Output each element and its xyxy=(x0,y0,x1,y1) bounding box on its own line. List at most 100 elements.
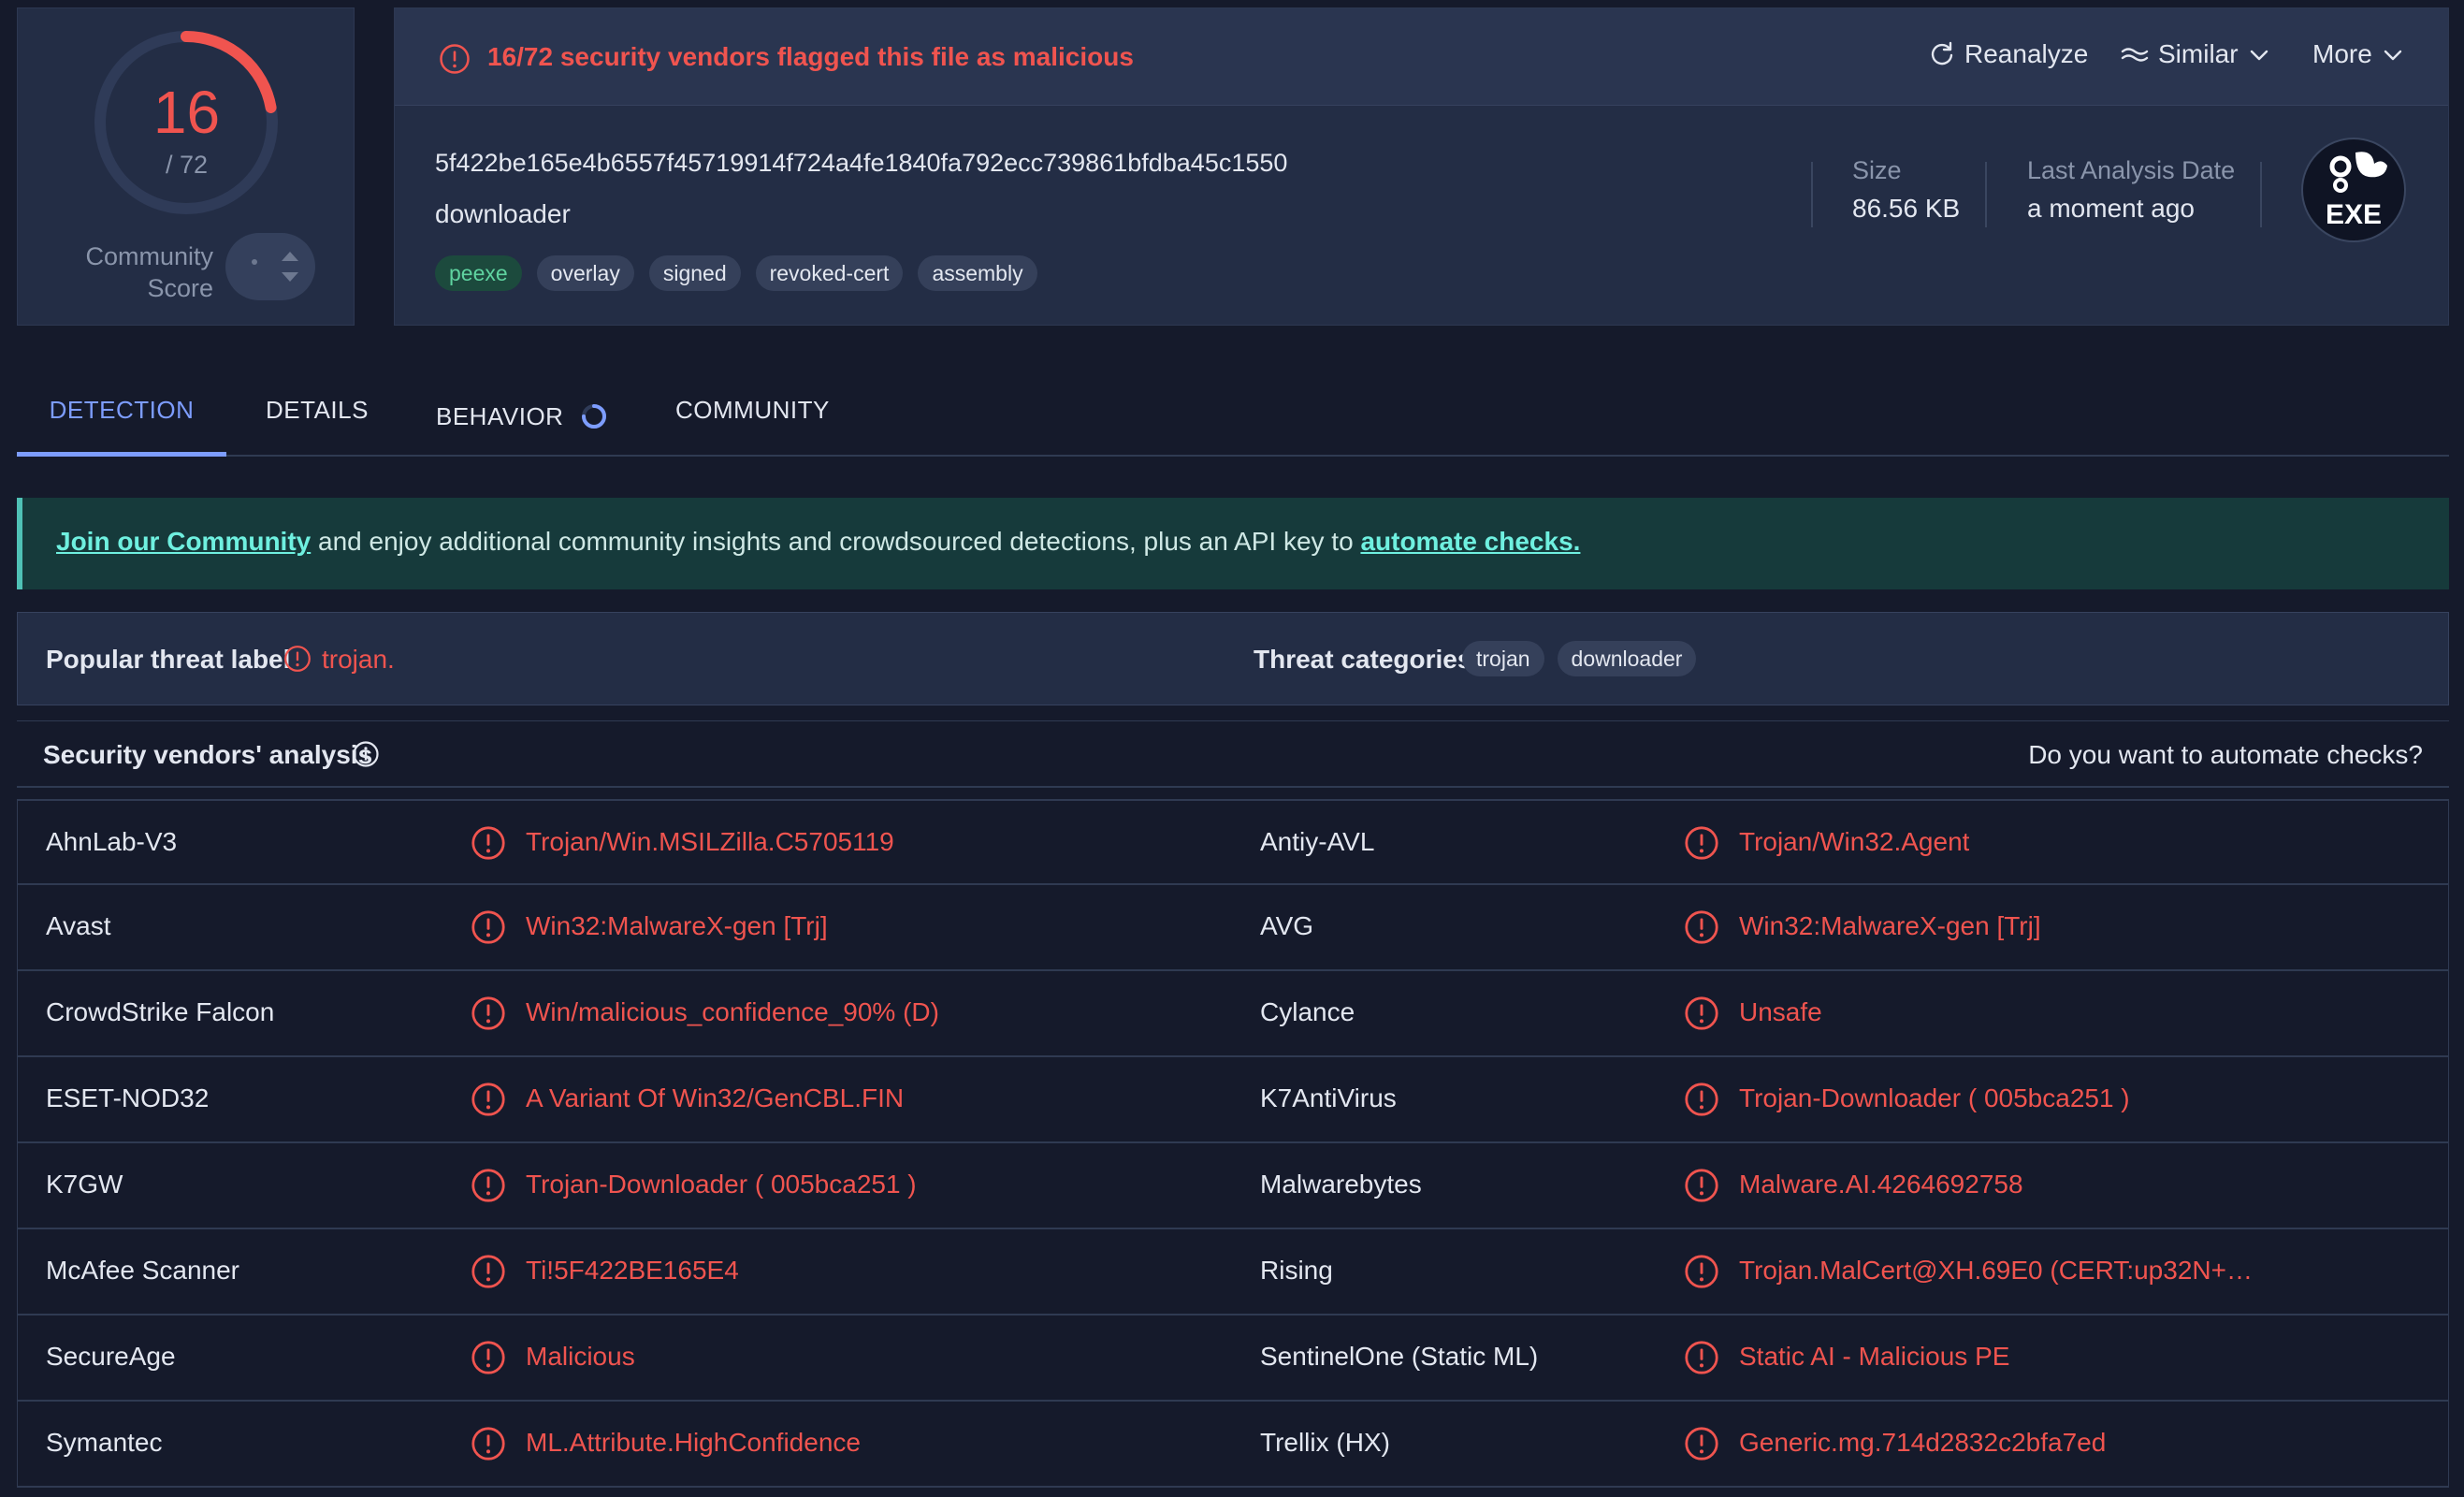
automate-checks-prompt[interactable]: Do you want to automate checks? xyxy=(2028,740,2423,770)
detection-result: ML.Attribute.HighConfidence xyxy=(526,1428,861,1457)
vendors-analysis-title: Security vendors' analysis xyxy=(43,740,373,769)
threat-category-downloader[interactable]: downloader xyxy=(1557,641,1697,676)
vendor-name: SecureAge xyxy=(46,1342,176,1371)
detection-result: Trojan.MalCert@XH.69E0 (CERT:up32N+… xyxy=(1739,1256,2253,1285)
vendor-name: Antiy-AVL xyxy=(1260,827,1375,856)
community-score-label: Community Score xyxy=(85,240,213,304)
community-score-label-line2: Score xyxy=(147,274,213,302)
malicious-icon xyxy=(471,910,505,944)
malicious-icon xyxy=(1685,1427,1718,1461)
automate-checks-link[interactable]: automate checks. xyxy=(1360,527,1580,556)
vendor-name: AhnLab-V3 xyxy=(46,827,178,856)
loading-spinner-icon xyxy=(582,404,607,429)
tag-assembly[interactable]: assembly xyxy=(918,255,1037,291)
meta-divider xyxy=(1811,162,1813,227)
detection-total: / 72 xyxy=(165,151,209,179)
table-row: Avast Win32:MalwareX-gen [Trj] AVG Win32… xyxy=(18,885,2448,971)
table-row: McAfee Scanner Ti!5F422BE165E4 Rising Tr… xyxy=(18,1229,2448,1315)
chevron-down-icon xyxy=(2250,50,2268,61)
banner-text: Join our Community and enjoy additional … xyxy=(56,527,1580,557)
vote-up-icon[interactable] xyxy=(282,252,298,261)
table-row: Symantec ML.Attribute.HighConfidence Tre… xyxy=(18,1402,2448,1488)
banner-body-text: and enjoy additional community insights … xyxy=(311,527,1361,556)
vendor-name: CrowdStrike Falcon xyxy=(46,997,275,1026)
detection-result: Malicious xyxy=(526,1342,635,1371)
detection-alert-text: 16/72 security vendors flagged this file… xyxy=(487,42,1134,71)
vendor-name: K7GW xyxy=(46,1170,123,1199)
last-analysis-value: a moment ago xyxy=(2027,194,2195,223)
popular-threat-label-value[interactable]: trojan. xyxy=(322,645,395,675)
table-row: CrowdStrike Falcon Win/malicious_confide… xyxy=(18,971,2448,1057)
detection-result: Win32:MalwareX-gen [Trj] xyxy=(1739,911,2041,940)
tag-signed[interactable]: signed xyxy=(648,255,741,291)
threat-summary-row: Popular threat label trojan. Threat cate… xyxy=(17,612,2449,705)
vendor-name: SentinelOne (Static ML) xyxy=(1260,1342,1539,1371)
malicious-icon xyxy=(471,826,505,860)
malicious-icon xyxy=(471,1255,505,1288)
detection-result: Static AI - Malicious PE xyxy=(1739,1342,2010,1371)
popular-threat-label-title: Popular threat label xyxy=(46,645,291,674)
file-hash[interactable]: 5f422be165e4b6557f45719914f724a4fe1840fa… xyxy=(435,149,1287,178)
malicious-icon xyxy=(471,996,505,1030)
size-label: Size xyxy=(1852,156,1902,184)
reanalyze-button[interactable]: Reanalyze xyxy=(1929,39,2088,69)
detection-score: 16 xyxy=(152,79,221,146)
chevron-down-icon xyxy=(2384,50,2401,61)
tab-detection[interactable]: DETECTION xyxy=(17,376,226,457)
more-label: More xyxy=(2312,39,2372,68)
detection-result: Ti!5F422BE165E4 xyxy=(526,1256,739,1285)
tag-peexe[interactable]: peexe xyxy=(435,255,522,291)
malicious-icon xyxy=(1685,1341,1718,1374)
vote-dot xyxy=(252,259,257,265)
community-score-label-line1: Community xyxy=(85,242,213,270)
malicious-icon xyxy=(1685,1255,1718,1288)
join-community-link[interactable]: Join our Community xyxy=(56,527,311,556)
tag-overlay[interactable]: overlay xyxy=(536,255,634,291)
tab-behavior[interactable]: BEHAVIOR xyxy=(436,376,608,457)
file-type-badge: EXE xyxy=(2301,138,2406,242)
tab-details[interactable]: DETAILS xyxy=(266,376,369,457)
detection-result: Generic.mg.714d2832c2bfa7ed xyxy=(1739,1428,2107,1457)
detection-result: A Variant Of Win32/GenCBL.FIN xyxy=(526,1083,905,1112)
detection-result: Trojan/Win.MSILZilla.C5705119 xyxy=(526,827,894,856)
community-score-card: 16 / 72 Community Score xyxy=(17,7,355,326)
alert-icon xyxy=(440,44,470,74)
malicious-icon xyxy=(1685,910,1718,944)
alert-icon xyxy=(284,646,311,672)
refresh-icon xyxy=(1931,41,1953,65)
info-icon[interactable] xyxy=(352,740,380,768)
more-dropdown[interactable]: More xyxy=(2312,39,2404,69)
malicious-icon xyxy=(1685,1169,1718,1202)
table-row: SecureAge Malicious SentinelOne (Static … xyxy=(18,1315,2448,1402)
vote-down-icon[interactable] xyxy=(282,272,298,282)
similar-icon xyxy=(2121,48,2149,62)
vendor-name: McAfee Scanner xyxy=(46,1256,239,1285)
malicious-icon xyxy=(471,1341,505,1374)
detection-result: Malware.AI.4264692758 xyxy=(1739,1170,2023,1199)
file-summary-panel: 16/72 security vendors flagged this file… xyxy=(394,7,2449,326)
table-row: K7GW Trojan-Downloader ( 005bca251 ) Mal… xyxy=(18,1143,2448,1229)
malicious-icon xyxy=(1685,826,1718,860)
malicious-icon xyxy=(1685,1083,1718,1116)
threat-category-trojan[interactable]: trojan xyxy=(1462,641,1544,676)
similar-label: Similar xyxy=(2158,39,2239,68)
detection-alert-bar: 16/72 security vendors flagged this file… xyxy=(395,8,2448,106)
file-type-label: EXE xyxy=(2325,199,2383,230)
tab-behavior-label: BEHAVIOR xyxy=(436,402,564,430)
community-banner: Join our Community and enjoy additional … xyxy=(17,498,2449,589)
vendor-name: Rising xyxy=(1260,1256,1333,1285)
table-row: ESET-NOD32 A Variant Of Win32/GenCBL.FIN… xyxy=(18,1057,2448,1143)
malicious-icon xyxy=(471,1083,505,1116)
detection-result: Trojan-Downloader ( 005bca251 ) xyxy=(1739,1083,2130,1112)
similar-dropdown[interactable]: Similar xyxy=(2121,39,2270,69)
tab-bar: DETECTION DETAILS BEHAVIOR COMMUNITY xyxy=(17,376,2449,457)
vendor-name: Avast xyxy=(46,911,111,940)
malicious-icon xyxy=(1685,996,1718,1030)
malicious-icon xyxy=(471,1169,505,1202)
vendor-name: AVG xyxy=(1260,911,1314,940)
file-name: downloader xyxy=(435,199,571,228)
malicious-icon xyxy=(471,1427,505,1461)
tab-community[interactable]: COMMUNITY xyxy=(675,376,830,457)
community-vote-widget[interactable] xyxy=(225,233,315,300)
tag-revoked-cert[interactable]: revoked-cert xyxy=(755,255,904,291)
